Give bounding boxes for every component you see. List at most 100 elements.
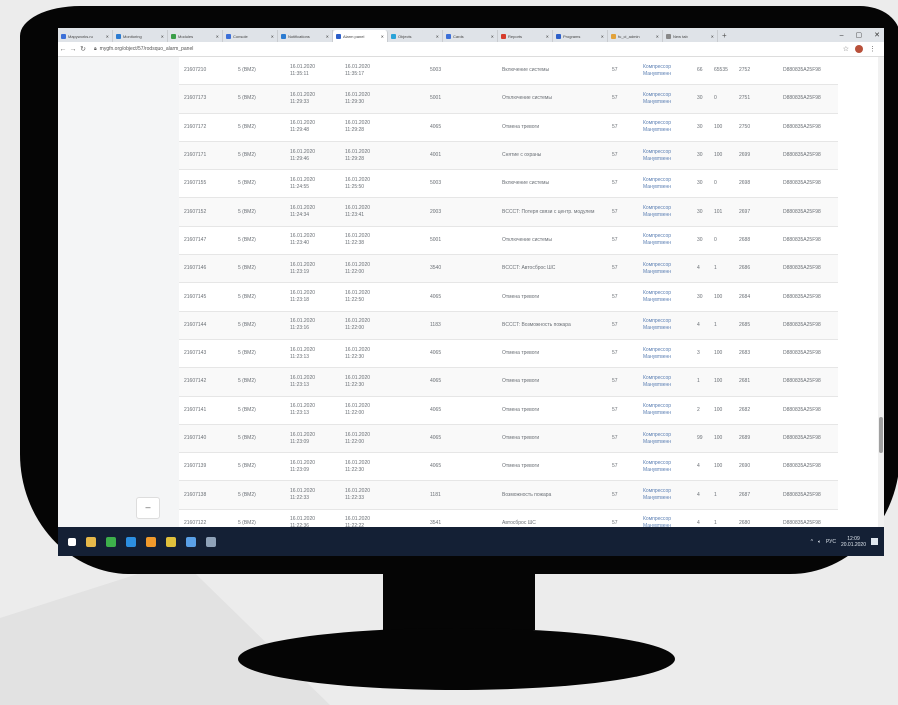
app-icon-ai[interactable]	[146, 536, 156, 547]
row-source[interactable]: Компрессор Манувтвенн	[638, 480, 692, 510]
table-row[interactable]: 21607140 5 (BM2) 16.01.2020 11:23:09 16.01.…	[179, 424, 838, 454]
row-code: 2003	[425, 197, 497, 227]
row-code: 4065	[425, 282, 497, 312]
browser-tab[interactable]: Modules ✕	[168, 30, 223, 42]
row-code: 4065	[425, 339, 497, 369]
keyboard-language[interactable]: РУС	[826, 539, 836, 545]
tab-close-icon[interactable]: ✕	[216, 34, 219, 39]
tab-close-icon[interactable]: ✕	[436, 34, 439, 39]
table-row[interactable]: 21607173 5 (BM2) 16.01.2020 11:29:33 16.01.…	[179, 84, 838, 114]
system-tray: ^ 🔈︎ РУС 12:09 20.01.2020	[811, 536, 884, 548]
minimize-icon[interactable]: –	[840, 32, 844, 39]
monitor-screen: Mapyworks.ru ✕ Monitoring ✕ Modules ✕ Console ✕…	[58, 28, 884, 556]
row-source[interactable]: Компрессор Манувтвенн	[638, 169, 692, 199]
row-value-b: 100	[709, 113, 734, 142]
tab-label: Console	[233, 33, 248, 39]
row-source[interactable]: Компрессор Манувтвенн	[638, 197, 692, 227]
app-icon-blue[interactable]	[126, 536, 136, 547]
tab-close-icon[interactable]: ✕	[491, 34, 494, 39]
tab-close-icon[interactable]: ✕	[271, 34, 274, 39]
alarm-table-panel: 21607210 5 (BM2) 16.01.2020 11:35:11 16.01.…	[179, 57, 878, 539]
table-row[interactable]: 21607152 5 (BM2) 16.01.2020 11:24:34 16.01.…	[179, 197, 838, 227]
forward-icon[interactable]: →	[68, 46, 78, 53]
new-tab-button[interactable]: +	[718, 31, 731, 40]
notification-icon[interactable]	[871, 538, 878, 545]
row-source[interactable]: Компрессор Манувтвенн	[638, 424, 692, 454]
row-value-b: 100	[709, 141, 734, 171]
row-source[interactable]: Компрессор Манувтвенн	[638, 452, 692, 482]
row-source[interactable]: Компрессор Манувтвенн	[638, 339, 692, 369]
back-icon[interactable]: ←	[58, 46, 68, 53]
row-value-c: 2750	[734, 113, 778, 142]
browser-tab[interactable]: Alarm panel ✕	[333, 30, 388, 42]
close-icon[interactable]: ✕	[874, 31, 880, 39]
row-code: 5003	[425, 57, 497, 86]
tab-close-icon[interactable]: ✕	[656, 34, 659, 39]
row-source[interactable]: Компрессор Манувтвенн	[638, 311, 692, 340]
start-icon[interactable]	[68, 537, 76, 546]
browser-tab[interactable]: Console ✕	[223, 30, 278, 42]
tab-close-icon[interactable]: ✕	[326, 34, 329, 39]
browser-tab[interactable]: Notifications ✕	[278, 30, 333, 42]
app-icon-yellow[interactable]	[166, 536, 176, 547]
row-source[interactable]: Компрессор Манувтвенн	[638, 367, 692, 397]
row-source[interactable]: Компрессор Манувтвенн	[638, 254, 692, 284]
tab-close-icon[interactable]: ✕	[161, 34, 164, 39]
tab-close-icon[interactable]: ✕	[106, 34, 109, 39]
reload-icon[interactable]: ↻	[78, 45, 88, 53]
table-row[interactable]: 21607142 5 (BM2) 16.01.2020 11:23:13 16.01.…	[179, 367, 838, 397]
row-source[interactable]: Компрессор Манувтвенн	[638, 226, 692, 256]
bookmark-star-icon[interactable]: ☆	[843, 45, 849, 53]
maximize-icon[interactable]: ▢	[856, 31, 863, 39]
table-row[interactable]: 21607210 5 (BM2) 16.01.2020 11:35:11 16.01.…	[179, 57, 838, 86]
table-row[interactable]: 21607144 5 (BM2) 16.01.2020 11:23:16 16.01.…	[179, 311, 838, 340]
table-row[interactable]: 21607145 5 (BM2) 16.01.2020 11:23:18 16.01.…	[179, 282, 838, 312]
browser-tab[interactable]: Cards ✕	[443, 30, 498, 42]
table-row[interactable]: 21607146 5 (BM2) 16.01.2020 11:23:19 16.01.…	[179, 254, 838, 284]
table-row[interactable]: 21607172 5 (BM2) 16.01.2020 11:29:48 16.01.…	[179, 113, 838, 142]
table-row[interactable]: 21607141 5 (BM2) 16.01.2020 11:23:13 16.01.…	[179, 396, 838, 425]
table-row[interactable]: 21607143 5 (BM2) 16.01.2020 11:23:13 16.01.…	[179, 339, 838, 369]
profile-avatar[interactable]	[855, 45, 863, 53]
row-device: D880835A25F98	[778, 311, 838, 340]
clock[interactable]: 12:09 20.01.2020	[841, 536, 866, 548]
browser-tab[interactable]: Programs ✕	[553, 30, 608, 42]
scrollbar-thumb[interactable]	[879, 417, 883, 453]
speaker-icon[interactable]: 🔈︎	[818, 539, 821, 545]
tab-close-icon[interactable]: ✕	[381, 34, 384, 39]
browser-tab[interactable]: Monitoring ✕	[113, 30, 168, 42]
row-type: 5 (BM2)	[233, 282, 285, 312]
row-source[interactable]: Компрессор Манувтвенн	[638, 282, 692, 312]
app-icon-blue2[interactable]	[186, 536, 196, 547]
table-row[interactable]: 21607138 5 (BM2) 16.01.2020 11:22:33 16.01.…	[179, 480, 838, 510]
tab-close-icon[interactable]: ✕	[546, 34, 549, 39]
tab-close-icon[interactable]: ✕	[711, 34, 714, 39]
row-source[interactable]: Компрессор Манувтвенн	[638, 57, 692, 86]
table-row[interactable]: 21607171 5 (BM2) 16.01.2020 11:29:46 16.01.…	[179, 141, 838, 171]
url-field[interactable]: 🔒︎ mygfn.org/object/57/rodsquo_alarm_pan…	[94, 44, 193, 54]
table-row[interactable]: 21607155 5 (BM2) 16.01.2020 11:24:55 16.01.…	[179, 169, 838, 199]
browser-tab[interactable]: New tab ✕	[663, 30, 718, 42]
chrome-icon[interactable]	[106, 536, 116, 547]
table-row[interactable]: 21607139 5 (BM2) 16.01.2020 11:23:09 16.01.…	[179, 452, 838, 482]
row-source[interactable]: Компрессор Манувтвенн	[638, 396, 692, 425]
row-type: 5 (BM2)	[233, 254, 285, 284]
page-scrollbar[interactable]	[878, 57, 884, 527]
table-row[interactable]: 21607147 5 (BM2) 16.01.2020 11:23:40 16.01.…	[179, 226, 838, 256]
browser-tab[interactable]: Objects ✕	[388, 30, 443, 42]
browser-tab[interactable]: Reports ✕	[498, 30, 553, 42]
tab-close-icon[interactable]: ✕	[601, 34, 604, 39]
collapse-button[interactable]: –	[136, 497, 160, 519]
menu-dots-icon[interactable]: ⋮	[869, 45, 876, 53]
browser-tab[interactable]: Mapyworks.ru ✕	[58, 30, 113, 42]
row-event: BCCCT: Потеря связи с центр. модулем	[497, 197, 607, 227]
row-device: D880835A25F98	[778, 282, 838, 312]
app-icon-gray[interactable]	[206, 536, 216, 547]
row-time-2: 16.01.2020 11:29:28	[340, 113, 425, 142]
row-source[interactable]: Компрессор Манувтвенн	[638, 84, 692, 114]
tray-chevron-icon[interactable]: ^	[811, 539, 813, 545]
row-source[interactable]: Компрессор Манувтвенн	[638, 113, 692, 142]
file-explorer-icon[interactable]	[86, 536, 96, 547]
browser-tab[interactable]: fu_ci_admin ✕	[608, 30, 663, 42]
row-source[interactable]: Компрессор Манувтвенн	[638, 141, 692, 171]
